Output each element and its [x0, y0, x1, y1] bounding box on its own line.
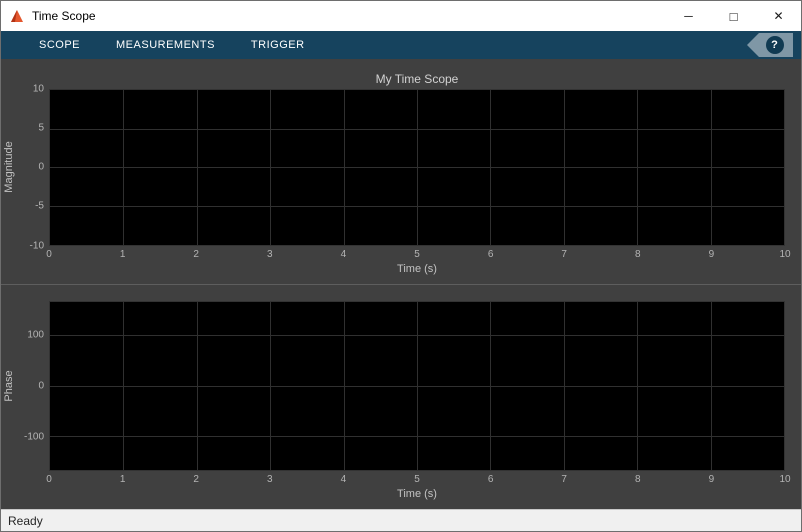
app-icon — [10, 9, 24, 23]
y-axis-label-cell: Phase — [1, 301, 17, 472]
close-button[interactable]: ✕ — [756, 1, 801, 31]
x-tick-label: 7 — [561, 474, 567, 485]
plot-title: My Time Scope — [375, 72, 459, 86]
y-tick-label: 10 — [32, 83, 44, 95]
x-tick-label: 3 — [267, 474, 273, 485]
time-scope-window: Time Scope ─ □ ✕ SCOPE MEASUREMENTS TRIG… — [0, 0, 802, 532]
phase-plot-area[interactable] — [49, 300, 785, 471]
window-title: Time Scope — [32, 9, 96, 23]
help-question-mark: ? — [771, 39, 778, 51]
y-axis-label: Phase — [3, 370, 15, 402]
gridline-horizontal — [50, 385, 784, 387]
x-tick-label: 9 — [708, 474, 715, 485]
x-tick-label: 8 — [635, 248, 641, 260]
y-tick-label: 0 — [38, 380, 44, 392]
y-axis-label: Magnitude — [3, 141, 15, 193]
y-tick-labels: 100 0 -100 — [17, 301, 49, 472]
tab-measurements-label: MEASUREMENTS — [116, 39, 215, 51]
minimize-icon: ─ — [684, 9, 693, 23]
help-icon: ? — [765, 36, 784, 54]
y-tick-label: -10 — [29, 240, 44, 251]
titlebar: Time Scope ─ □ ✕ — [1, 1, 801, 31]
help-chevron-shape: ? — [747, 33, 793, 57]
x-tick-label: 5 — [414, 248, 420, 260]
x-tick-label: 4 — [340, 474, 347, 485]
magnitude-plot-panel: My Time Scope Magnitude 10 5 0 -5 -10 0 1 2 3 4 5… — [1, 59, 801, 284]
x-tick-label: 2 — [193, 474, 199, 485]
x-tick-labels: 0 1 2 3 4 5 6 7 8 9 10 — [46, 246, 790, 262]
maximize-icon: □ — [729, 8, 738, 24]
x-tick-label: 9 — [708, 248, 715, 260]
status-text: Ready — [8, 513, 43, 528]
y-tick-label: 5 — [38, 122, 44, 134]
y-tick-label: 100 — [27, 329, 44, 341]
y-tick-label: 0 — [38, 161, 44, 173]
gridline-horizontal — [50, 128, 784, 130]
close-icon: ✕ — [773, 9, 784, 23]
statusbar: Ready — [1, 509, 801, 531]
y-axis-label-cell: Magnitude — [1, 89, 17, 246]
x-axis-label: Time (s) — [397, 488, 437, 500]
toolstrip: SCOPE MEASUREMENTS TRIGGER ? — [1, 31, 801, 59]
x-tick-label: 10 — [779, 248, 791, 260]
maximize-button[interactable]: □ — [711, 1, 756, 31]
x-tick-label: 4 — [340, 248, 347, 260]
tab-trigger[interactable]: TRIGGER — [233, 31, 323, 59]
gridline-horizontal — [50, 205, 784, 207]
x-tick-label: 3 — [267, 248, 273, 260]
plot-region: My Time Scope Magnitude 10 5 0 -5 -10 012345… — [1, 59, 801, 509]
x-axis-label: Time (s) — [397, 262, 437, 275]
x-tick-label: 6 — [487, 474, 494, 485]
magnitude-plot-area[interactable] — [49, 89, 785, 246]
x-tick-label: 8 — [635, 474, 641, 485]
gridline-horizontal — [50, 436, 784, 438]
help-button[interactable]: ? — [747, 33, 793, 57]
x-tick-label: 6 — [487, 248, 494, 260]
x-tick-label: 5 — [414, 474, 420, 485]
tab-trigger-label: TRIGGER — [250, 39, 305, 51]
phase-plot-panel: Phase 100 0 -100 0 1 2 3 4 5 6 7 8 9 10 Time (s) — [1, 283, 801, 510]
plot-title — [49, 285, 785, 301]
window-controls: ─ □ ✕ — [666, 1, 801, 31]
x-tick-label: 2 — [193, 248, 199, 260]
y-tick-labels: 10 5 0 -5 -10 — [17, 84, 49, 252]
x-tick-label: 0 — [46, 474, 52, 485]
tab-scope-label: SCOPE — [39, 39, 81, 51]
y-tick-label: -5 — [35, 200, 44, 212]
tab-measurements[interactable]: MEASUREMENTS — [98, 31, 233, 59]
x-tick-labels: 0 1 2 3 4 5 6 7 8 9 10 — [46, 471, 790, 487]
x-tick-label: 0 — [46, 248, 52, 260]
gridline-horizontal — [50, 335, 784, 337]
y-tick-label: -100 — [23, 431, 44, 443]
tab-scope[interactable]: SCOPE — [21, 31, 98, 59]
x-tick-label: 7 — [561, 248, 567, 260]
x-tick-label: 1 — [119, 474, 126, 485]
x-tick-label: 1 — [119, 248, 126, 260]
x-tick-label: 10 — [779, 474, 791, 485]
gridline-horizontal — [50, 167, 784, 169]
minimize-button[interactable]: ─ — [666, 1, 711, 31]
